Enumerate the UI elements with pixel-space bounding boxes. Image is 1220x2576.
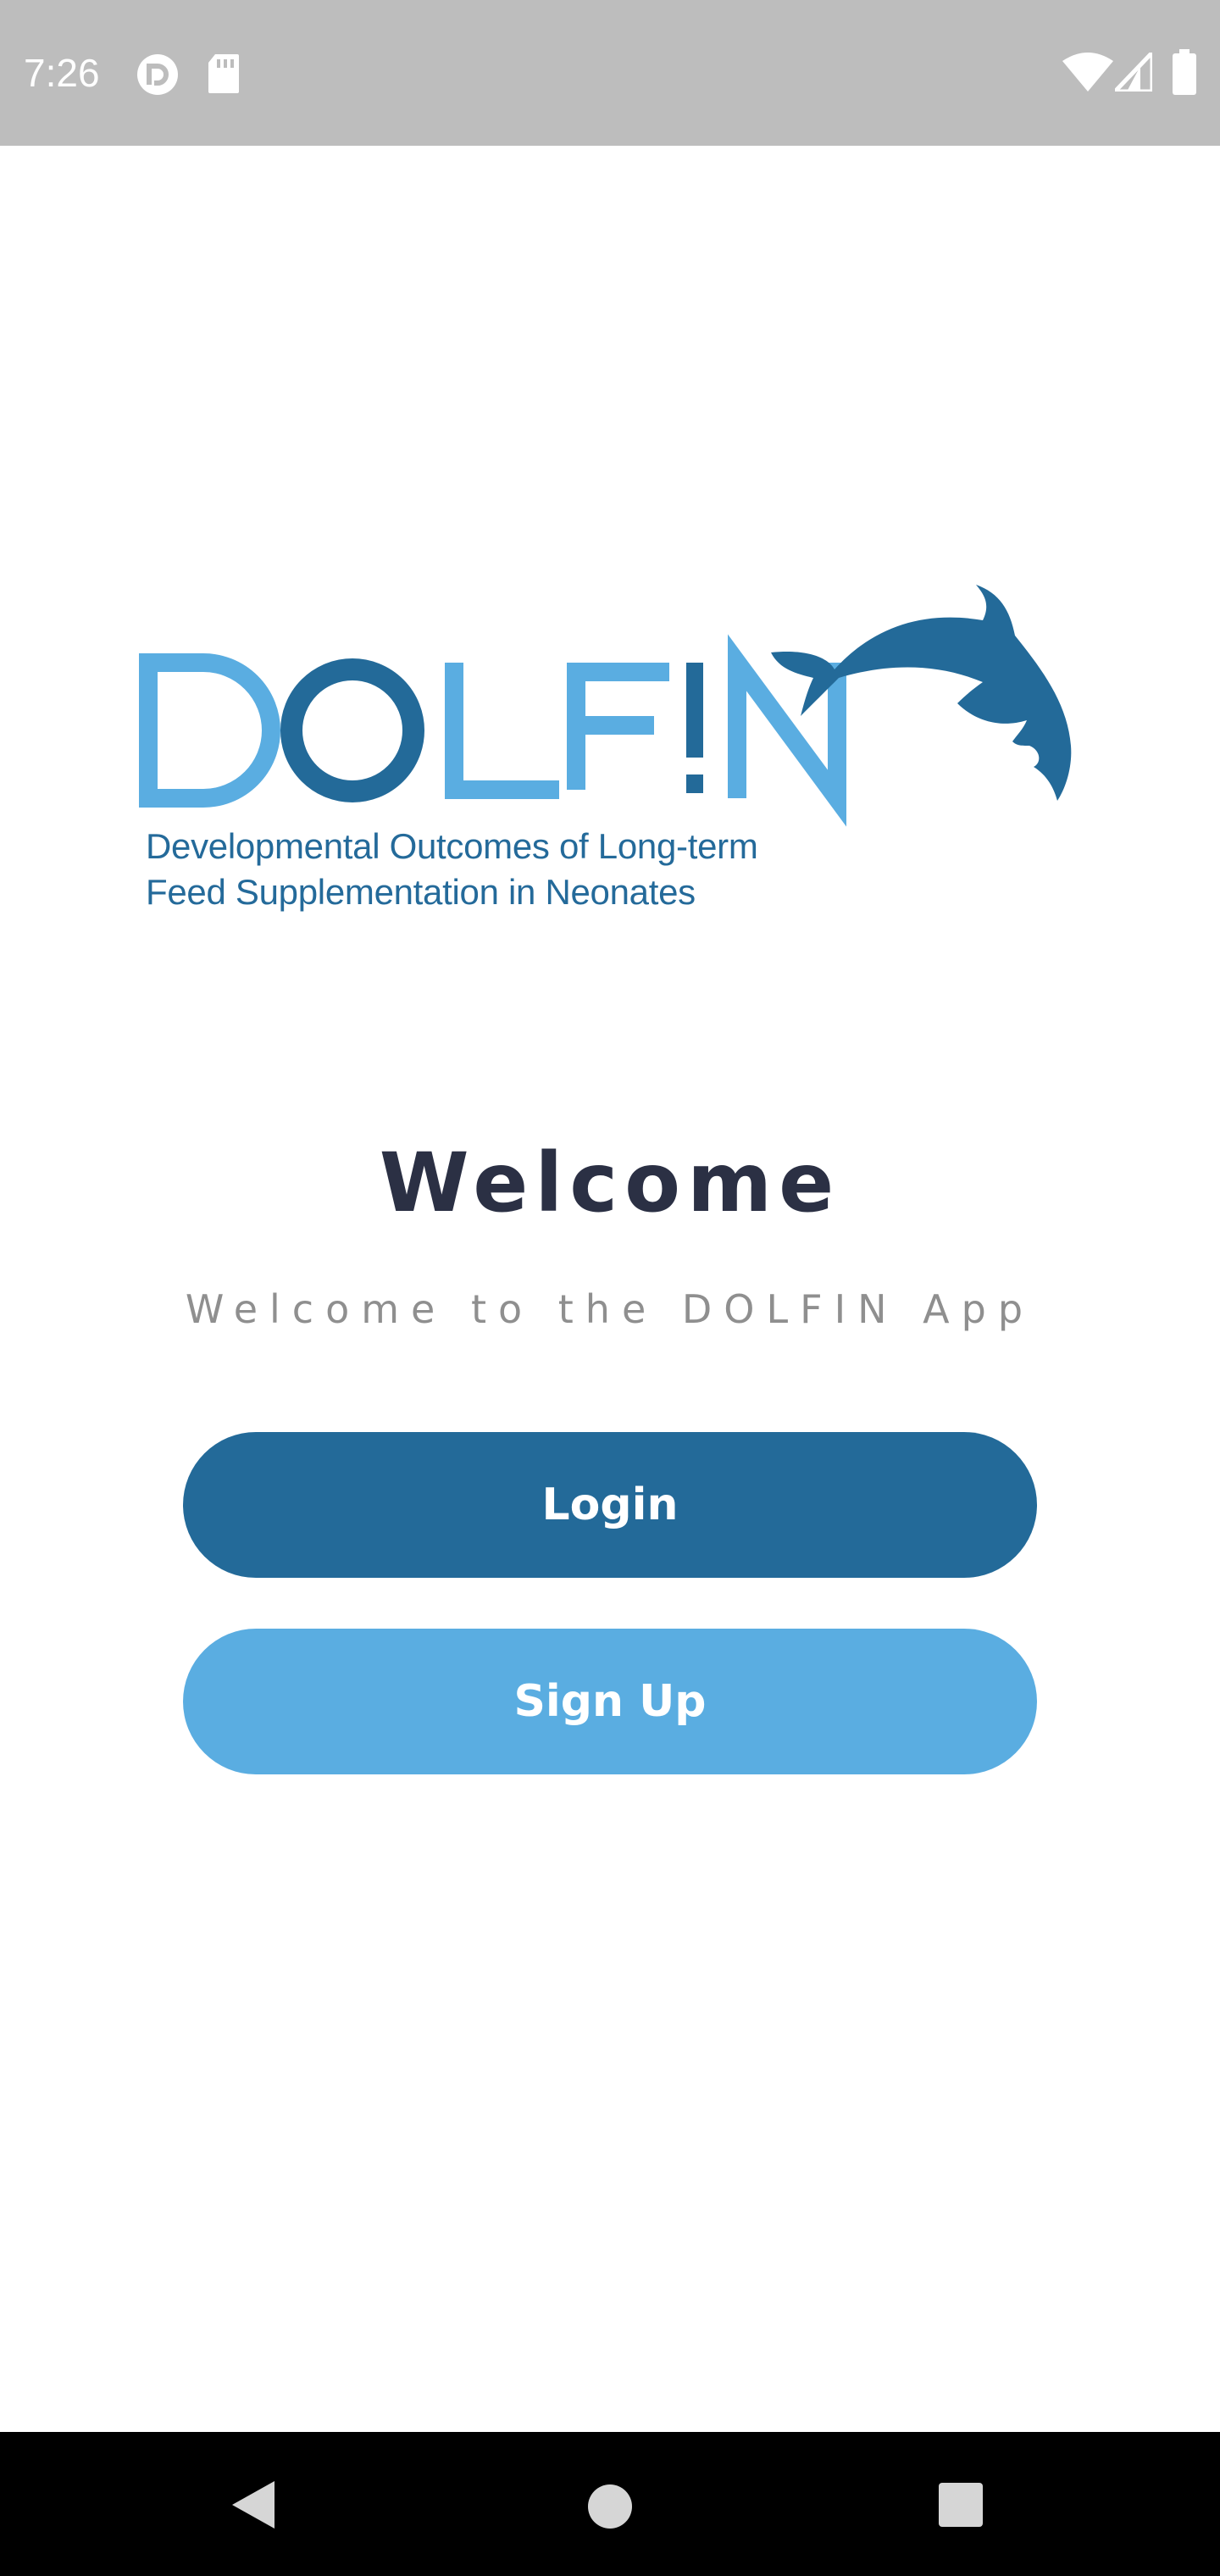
logo-tagline-line2: Feed Supplementation in Neonates [146,872,696,912]
logo-tagline-line1: Developmental Outcomes of Long-term [146,826,758,866]
sign-up-button[interactable]: Sign Up [183,1629,1037,1774]
login-button-label: Login [541,1480,679,1530]
back-icon[interactable] [229,2478,280,2532]
navigation-bar [0,2432,1220,2576]
welcome-subtitle: Welcome to the DOLFIN App [185,1286,1035,1332]
dolfin-wordmark-logo [139,585,1072,827]
recents-icon[interactable] [937,2481,984,2529]
login-button[interactable]: Login [183,1432,1037,1578]
sign-up-button-label: Sign Up [513,1676,707,1727]
welcome-title: Welcome [379,1135,841,1230]
home-icon[interactable] [585,2481,635,2532]
